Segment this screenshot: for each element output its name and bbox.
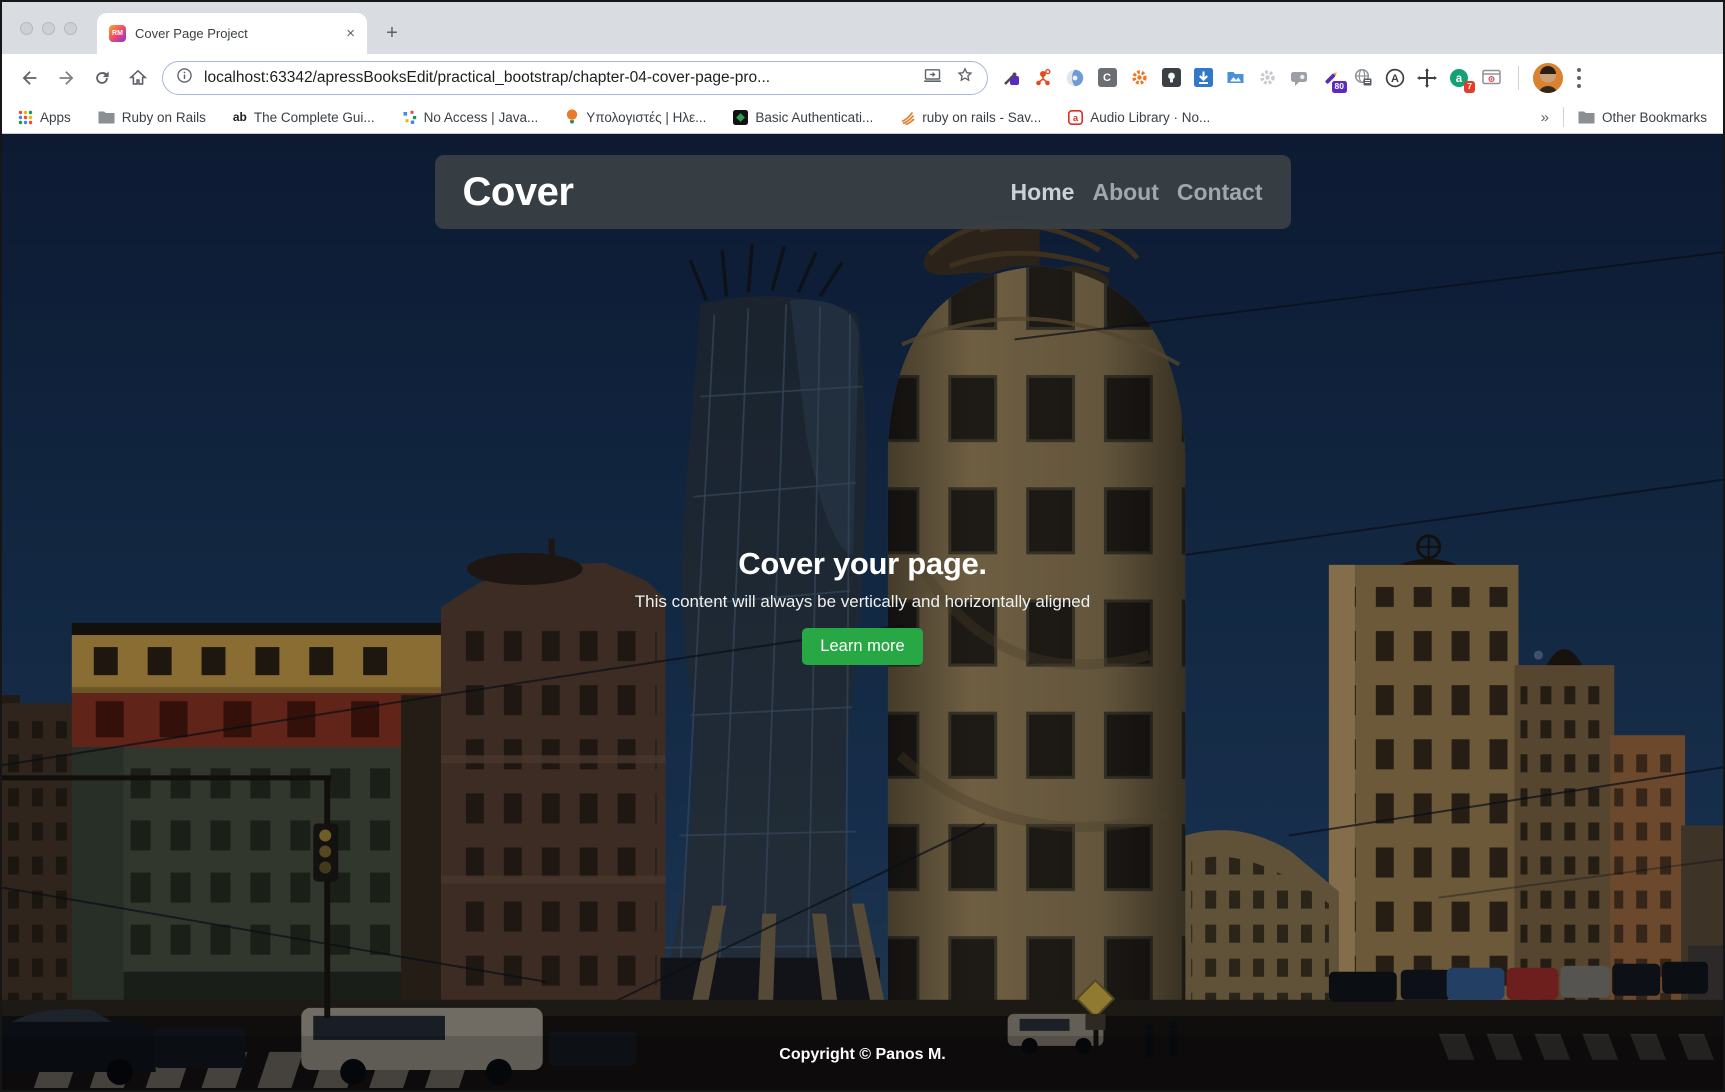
address-bar[interactable]: localhost:63342/apressBooksEdit/practica… xyxy=(162,61,988,95)
url-text[interactable]: localhost:63342/apressBooksEdit/practica… xyxy=(204,69,922,87)
globe-window-extension-icon[interactable] xyxy=(1350,65,1376,91)
balloon-icon xyxy=(565,109,579,125)
forward-icon[interactable] xyxy=(51,63,81,93)
pagespeed-score-badge: 80 xyxy=(1332,81,1347,92)
bookmark-star-icon[interactable] xyxy=(955,65,975,90)
nav-link-contact[interactable]: Contact xyxy=(1177,179,1263,206)
zoom-window-button[interactable] xyxy=(64,22,77,35)
browser-toolbar: localhost:63342/apressBooksEdit/practica… xyxy=(2,54,1723,101)
back-icon[interactable] xyxy=(15,63,45,93)
browser-tab[interactable]: RM Cover Page Project × xyxy=(97,13,367,54)
browser-menu-icon[interactable] xyxy=(1575,67,1583,89)
bookmarks-bar: Apps Ruby on Rails ab The Complete Gui..… xyxy=(2,101,1723,134)
folder-icon xyxy=(98,110,115,124)
translate-extension-icon[interactable]: a 7 xyxy=(1446,65,1472,91)
bookmark-no-access[interactable]: No Access | Java... xyxy=(402,110,539,125)
tab-title: Cover Page Project xyxy=(135,26,337,41)
close-window-button[interactable] xyxy=(20,22,33,35)
reload-icon[interactable] xyxy=(87,63,117,93)
bookmark-rails-saved[interactable]: ruby on rails - Sav... xyxy=(900,110,1041,125)
new-tab-button[interactable]: + xyxy=(377,18,407,48)
color-picker-extension-icon[interactable] xyxy=(998,65,1024,91)
toolbar-divider xyxy=(1518,66,1519,90)
image-folder-extension-icon[interactable] xyxy=(1222,65,1248,91)
site-navbar: Cover Home About Contact xyxy=(435,155,1291,229)
swirl-extension-icon[interactable] xyxy=(1062,65,1088,91)
hero-heading: Cover your page. xyxy=(2,546,1723,582)
circled-a-extension-icon[interactable]: A xyxy=(1382,65,1408,91)
tab-close-icon[interactable]: × xyxy=(346,26,355,41)
tab-strip: RM Cover Page Project × + xyxy=(2,2,1723,54)
folder-icon xyxy=(1578,110,1595,124)
bookmark-ruby-on-rails[interactable]: Ruby on Rails xyxy=(98,110,206,125)
svg-text:a: a xyxy=(1073,113,1079,124)
rubymine-favicon-icon: RM xyxy=(109,25,126,42)
move-crosshair-extension-icon[interactable] xyxy=(1414,65,1440,91)
bookmark-complete-guide[interactable]: ab The Complete Gui... xyxy=(233,110,375,125)
home-icon[interactable] xyxy=(123,63,153,93)
pagespeed-extension-icon[interactable]: 80 xyxy=(1318,65,1344,91)
nav-link-home[interactable]: Home xyxy=(1011,179,1075,206)
chat-extension-icon[interactable] xyxy=(1286,65,1312,91)
apps-grid-icon xyxy=(18,110,33,125)
browser-window: RM Cover Page Project × + localhost:6334… xyxy=(0,0,1725,1092)
hero-section: Cover your page. This content will alway… xyxy=(2,546,1723,665)
translate-count-badge: 7 xyxy=(1464,81,1475,92)
site-brand[interactable]: Cover xyxy=(463,170,574,215)
other-bookmarks-folder[interactable]: Other Bookmarks xyxy=(1578,110,1707,125)
extension-row: C 80 xyxy=(998,63,1589,93)
org-chart-extension-icon[interactable] xyxy=(1030,65,1056,91)
page-viewport: Cover Home About Contact Cover your page… xyxy=(2,134,1723,1090)
gear-extension-icon[interactable] xyxy=(1126,65,1152,91)
download-extension-icon[interactable] xyxy=(1190,65,1216,91)
bookmarks-divider xyxy=(1563,107,1564,127)
bookmark-audio-library[interactable]: a Audio Library · No... xyxy=(1068,110,1210,125)
lightbulb-extension-icon[interactable] xyxy=(1158,65,1184,91)
send-to-device-icon[interactable] xyxy=(922,65,943,91)
bookmark-basic-auth[interactable]: Basic Authenticati... xyxy=(733,110,873,125)
svg-text:A: A xyxy=(1391,73,1399,85)
traffic-lights xyxy=(20,22,77,35)
bookmarks-overflow-button[interactable]: » xyxy=(1541,109,1549,126)
audio-a-icon: a xyxy=(1068,110,1083,125)
site-nav: Home About Contact xyxy=(1011,179,1263,206)
green-diamond-icon xyxy=(733,110,748,125)
svg-text:a: a xyxy=(1456,73,1463,85)
pixel-sparkle-icon xyxy=(402,110,417,125)
hero-subtitle: This content will always be vertically a… xyxy=(2,592,1723,612)
ab-favicon-icon: ab xyxy=(233,110,247,124)
nav-link-about[interactable]: About xyxy=(1092,179,1158,206)
site-footer: Copyright © Panos M. xyxy=(2,1046,1723,1064)
sessions-window-extension-icon[interactable] xyxy=(1478,65,1504,91)
c-extension-icon[interactable]: C xyxy=(1094,65,1120,91)
gear-disabled-extension-icon[interactable] xyxy=(1254,65,1280,91)
page-info-icon[interactable] xyxy=(175,66,194,90)
bookmark-ypologistes[interactable]: Υπολογιστές | Ηλε... xyxy=(565,109,706,125)
learn-more-button[interactable]: Learn more xyxy=(802,628,922,665)
minimize-window-button[interactable] xyxy=(42,22,55,35)
apps-shortcut[interactable]: Apps xyxy=(18,110,71,125)
orange-swoosh-icon xyxy=(900,110,915,125)
profile-avatar[interactable] xyxy=(1533,63,1563,93)
